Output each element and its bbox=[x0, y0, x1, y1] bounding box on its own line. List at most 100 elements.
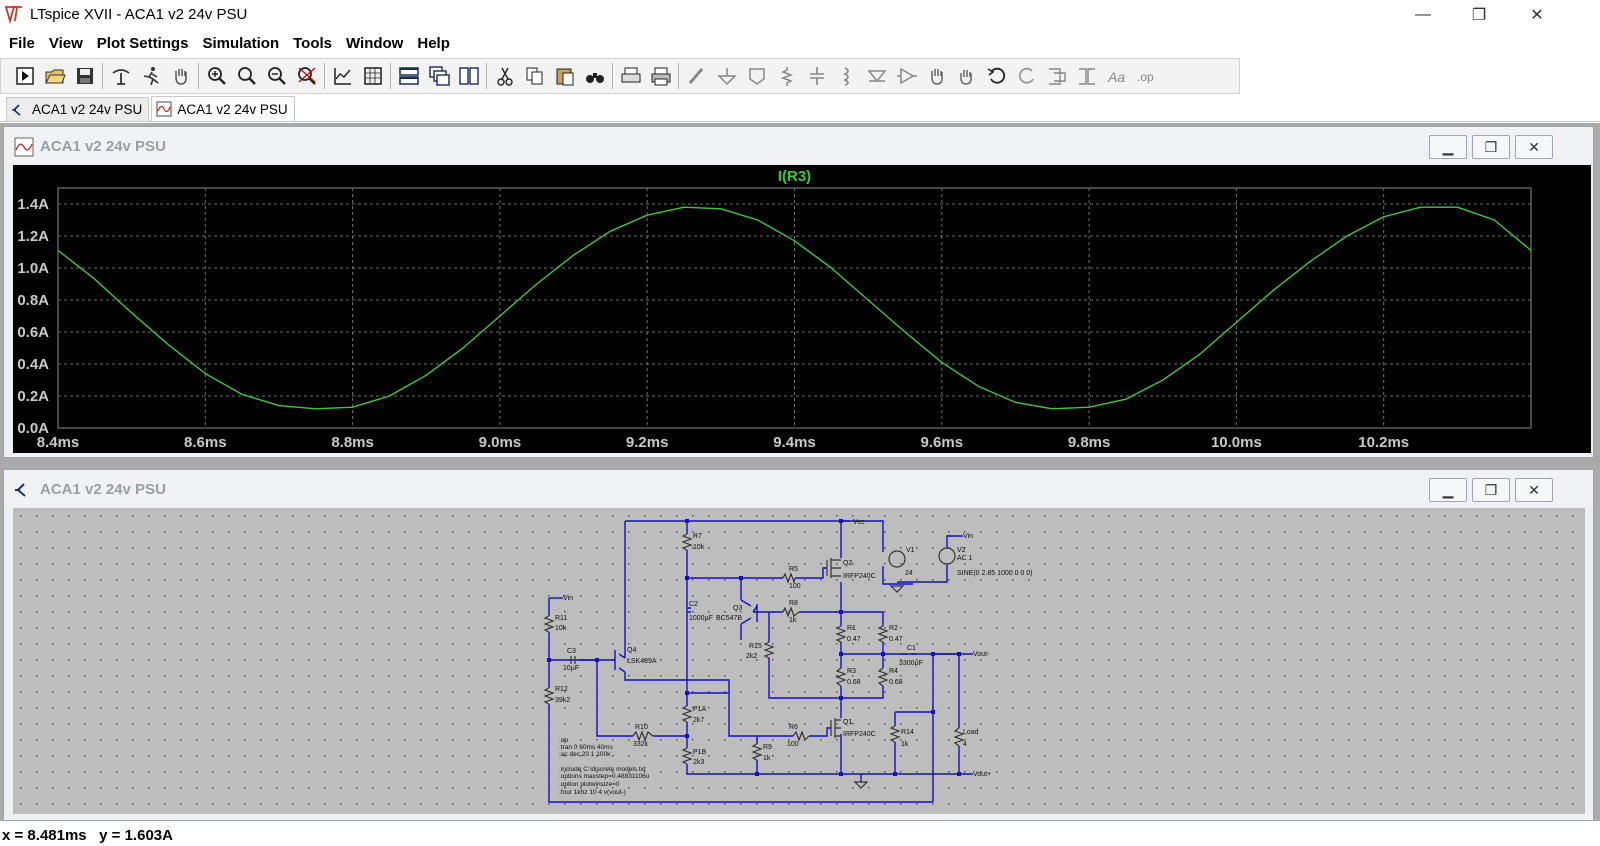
schematic-window-titlebar[interactable]: ACA1 v2 24v PSU ▁ ❐ ✕ bbox=[4, 470, 1593, 506]
label-net-icon[interactable] bbox=[743, 63, 770, 90]
label-r5: R5 bbox=[789, 566, 798, 573]
toolbar-separator bbox=[612, 63, 613, 89]
move-icon[interactable] bbox=[923, 63, 950, 90]
cascade-icon[interactable] bbox=[425, 63, 452, 90]
toolbar-separator bbox=[486, 63, 487, 89]
diode-icon[interactable] bbox=[863, 63, 890, 90]
child-close-button[interactable]: ✕ bbox=[1515, 135, 1553, 159]
window-title: LTspice XVII - ACA1 v2 24v PSU bbox=[30, 6, 248, 23]
x-tick-label: 9.0ms bbox=[479, 434, 522, 451]
copy-icon[interactable] bbox=[521, 63, 548, 90]
label-p1b: P1B bbox=[693, 749, 707, 756]
label-r5-value: 100 bbox=[789, 583, 801, 590]
text-icon[interactable]: Aa bbox=[1103, 63, 1130, 90]
menu-window[interactable]: Window bbox=[339, 33, 410, 55]
child-close-button[interactable]: ✕ bbox=[1515, 478, 1553, 502]
autorange-icon[interactable] bbox=[329, 63, 356, 90]
schematic-canvas[interactable]: Vcc Vin Vin Vout- Vout+ V1 24 V2 AC 1 SI… bbox=[13, 508, 1585, 814]
trace-point bbox=[1162, 379, 1164, 381]
zoom-out-icon[interactable] bbox=[263, 63, 290, 90]
save-icon[interactable] bbox=[71, 63, 98, 90]
drag-icon[interactable] bbox=[953, 63, 980, 90]
mirror-icon[interactable] bbox=[1073, 63, 1100, 90]
trace-point bbox=[1309, 261, 1311, 263]
ground-icon[interactable] bbox=[713, 63, 740, 90]
open-icon[interactable] bbox=[41, 63, 68, 90]
trace-point bbox=[352, 406, 354, 408]
menu-plot-settings[interactable]: Plot Settings bbox=[90, 33, 196, 55]
minimize-button[interactable]: — bbox=[1400, 2, 1446, 28]
find-icon[interactable] bbox=[581, 63, 608, 90]
trace-point bbox=[57, 249, 59, 251]
menu-help[interactable]: Help bbox=[410, 33, 457, 55]
label-r6: R6 bbox=[789, 724, 798, 731]
trace-point bbox=[94, 278, 96, 280]
trace-point bbox=[757, 219, 759, 221]
menu-tools[interactable]: Tools bbox=[286, 33, 339, 55]
label-p1a: P1A bbox=[693, 706, 707, 713]
menu-view[interactable]: View bbox=[42, 33, 90, 55]
net-label-vin: Vin bbox=[563, 595, 573, 602]
tab-waveform[interactable]: ACA1 v2 24v PSU bbox=[151, 96, 295, 121]
spice-directive-icon[interactable]: .op bbox=[1133, 63, 1160, 90]
child-restore-button[interactable]: ❐ bbox=[1472, 135, 1510, 159]
trace-point bbox=[1272, 289, 1274, 291]
wire-icon[interactable] bbox=[683, 63, 710, 90]
label-r1: R1 bbox=[847, 625, 856, 632]
x-tick-label: 9.8ms bbox=[1068, 434, 1111, 451]
schematic-window-title: ACA1 v2 24v PSU bbox=[40, 481, 166, 498]
paste-icon[interactable] bbox=[551, 63, 578, 90]
y-tick-label: 0.2A bbox=[17, 388, 49, 405]
waveform-icon bbox=[14, 137, 34, 157]
pan-icon[interactable] bbox=[167, 63, 194, 90]
trace-point bbox=[278, 405, 280, 407]
trace-point bbox=[536, 283, 538, 285]
tile-vertical-icon[interactable] bbox=[455, 63, 482, 90]
print-setup-icon[interactable] bbox=[617, 63, 644, 90]
print-icon[interactable] bbox=[647, 63, 674, 90]
capacitor-icon[interactable] bbox=[803, 63, 830, 90]
zoom-cancel-icon[interactable] bbox=[293, 63, 320, 90]
menu-file[interactable]: File bbox=[2, 33, 42, 55]
zoom-in-icon[interactable] bbox=[203, 63, 230, 90]
waveform-window-titlebar[interactable]: ACA1 v2 24v PSU ▁ ❐ ✕ bbox=[4, 127, 1593, 163]
menu-simulation[interactable]: Simulation bbox=[195, 33, 286, 55]
trace-point bbox=[646, 214, 648, 216]
cut-icon[interactable] bbox=[491, 63, 518, 90]
plot-area[interactable]: 8.4ms 8.6ms 8.8ms 9.0ms 9.2ms 9.4ms 9.6ms 9.8ms… bbox=[13, 165, 1591, 453]
y-tick-label: 1.4A bbox=[17, 196, 49, 213]
run-icon[interactable] bbox=[11, 63, 38, 90]
label-r8: R8 bbox=[789, 600, 798, 607]
undo-icon[interactable] bbox=[983, 63, 1010, 90]
grid-icon[interactable] bbox=[359, 63, 386, 90]
control-panel-icon[interactable] bbox=[107, 63, 134, 90]
component-icon[interactable] bbox=[893, 63, 920, 90]
resistor-icon[interactable] bbox=[773, 63, 800, 90]
ltspice-logo-icon bbox=[4, 6, 22, 24]
status-bar: x = 8.481ms y = 1.603A bbox=[0, 824, 1600, 846]
zoom-box-icon[interactable] bbox=[233, 63, 260, 90]
label-r14-value: 1k bbox=[901, 741, 909, 748]
inductor-icon[interactable] bbox=[833, 63, 860, 90]
child-restore-button[interactable]: ❐ bbox=[1472, 478, 1510, 502]
rotate-icon[interactable] bbox=[1043, 63, 1070, 90]
directive-line: ;ac dec 20 1 100k bbox=[559, 751, 611, 758]
redo-icon[interactable] bbox=[1013, 63, 1040, 90]
child-minimize-button[interactable]: ▁ bbox=[1429, 135, 1467, 159]
y-tick-label: 0.0A bbox=[17, 420, 49, 437]
net-label-vout-plus: Vout+ bbox=[973, 771, 991, 778]
trace-point bbox=[609, 230, 611, 232]
trace-point bbox=[167, 344, 170, 346]
x-tick-label: 8.8ms bbox=[331, 434, 374, 451]
schematic-drawing[interactable]: Vcc Vin Vin Vout- Vout+ V1 24 V2 AC 1 SI… bbox=[13, 508, 1585, 814]
label-c3: C3 bbox=[567, 648, 576, 655]
restore-button[interactable]: ❐ bbox=[1456, 2, 1502, 28]
toolbar-separator bbox=[198, 63, 199, 89]
tile-horizontal-icon[interactable] bbox=[395, 63, 422, 90]
run-sim-icon[interactable] bbox=[137, 63, 164, 90]
child-minimize-button[interactable]: ▁ bbox=[1429, 478, 1467, 502]
tab-schematic[interactable]: ACA1 v2 24v PSU bbox=[6, 97, 150, 121]
plot-chart[interactable]: 8.4ms 8.6ms 8.8ms 9.0ms 9.2ms 9.4ms 9.6ms 9.8ms… bbox=[13, 165, 1591, 453]
close-button[interactable]: ✕ bbox=[1514, 2, 1560, 28]
directive-line: .include C:\discrete models.txt bbox=[559, 766, 646, 773]
